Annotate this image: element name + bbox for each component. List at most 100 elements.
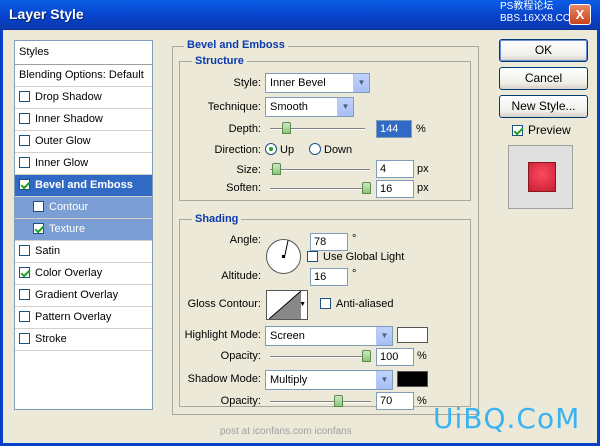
altitude-value: 16 — [314, 271, 327, 283]
direction-up-radio[interactable]: Up — [265, 143, 294, 156]
bevel-emboss-title: Bevel and Emboss — [184, 39, 288, 51]
gloss-contour-picker[interactable]: ▼ — [266, 290, 308, 320]
style-item-label: Outer Glow — [35, 135, 91, 147]
depth-value: 144 — [380, 123, 399, 135]
checkbox-icon[interactable] — [19, 333, 30, 344]
highlight-opacity-value: 100 — [380, 351, 399, 363]
highlight-opacity-slider[interactable] — [270, 350, 371, 362]
radio-selected-icon — [265, 143, 277, 155]
checkbox-icon[interactable] — [33, 201, 44, 212]
cancel-button[interactable]: Cancel — [499, 67, 588, 90]
soften-slider[interactable] — [270, 182, 371, 194]
styles-list: Styles Blending Options: Default Drop Sha… — [14, 40, 153, 410]
style-item-inner-glow[interactable]: Inner Glow — [15, 153, 152, 175]
soften-slider-handle[interactable] — [362, 182, 371, 194]
shadow-mode-value: Multiply — [270, 374, 308, 386]
checkbox-icon — [307, 251, 318, 262]
angle-pointer-icon — [284, 240, 289, 258]
shadow-opacity-field[interactable]: 70 — [376, 392, 414, 410]
shading-title: Shading — [192, 213, 242, 225]
style-item-bevel-and-emboss[interactable]: Bevel and Emboss — [15, 175, 152, 197]
style-item-contour[interactable]: Contour — [15, 197, 152, 219]
style-item-label: Stroke — [35, 333, 67, 345]
watermark-top: PS教程论坛 BBS.16XX8.COM — [500, 1, 579, 24]
style-item-gradient-overlay[interactable]: Gradient Overlay — [15, 285, 152, 307]
style-item-stroke[interactable]: Stroke — [15, 329, 152, 351]
altitude-field[interactable]: 16 — [310, 268, 348, 286]
styles-header[interactable]: Styles — [15, 41, 152, 65]
checkbox-icon[interactable] — [19, 289, 30, 300]
angle-dial[interactable] — [266, 239, 301, 274]
contour-curve-icon — [269, 291, 301, 319]
style-item-drop-shadow[interactable]: Drop Shadow — [15, 87, 152, 109]
angle-field[interactable]: 78 — [310, 233, 348, 251]
altitude-label: Altitude: — [221, 270, 261, 282]
close-button[interactable]: X — [569, 4, 591, 25]
chevron-down-icon: ▼ — [337, 98, 353, 116]
highlight-mode-select[interactable]: Screen ▼ — [265, 326, 393, 346]
depth-slider-handle[interactable] — [282, 122, 292, 134]
style-item-color-overlay[interactable]: Color Overlay — [15, 263, 152, 285]
checkbox-icon[interactable] — [19, 113, 30, 124]
shadow-mode-label: Shadow Mode: — [187, 373, 261, 385]
highlight-opacity-field[interactable]: 100 — [376, 348, 414, 366]
depth-slider[interactable] — [270, 122, 365, 134]
highlight-opacity-unit: % — [417, 350, 427, 362]
size-slider-handle[interactable] — [271, 163, 281, 175]
depth-field[interactable]: 144 — [376, 120, 412, 138]
global-light-checkbox[interactable]: Use Global Light — [307, 251, 404, 263]
checkbox-icon[interactable] — [19, 135, 30, 146]
anti-aliased-label: Anti-aliased — [336, 298, 394, 310]
style-item-outer-glow[interactable]: Outer Glow — [15, 131, 152, 153]
soften-field[interactable]: 16 — [376, 180, 414, 198]
style-item-label: Inner Shadow — [35, 113, 103, 125]
anti-aliased-checkbox[interactable]: Anti-aliased — [320, 298, 393, 310]
radio-icon — [309, 143, 321, 155]
title-bar[interactable]: Layer Style PS教程论坛 BBS.16XX8.COM X — [0, 0, 600, 30]
style-item-inner-shadow[interactable]: Inner Shadow — [15, 109, 152, 131]
preview-checkbox[interactable]: Preview — [512, 123, 571, 137]
shadow-color-swatch[interactable] — [397, 371, 428, 387]
style-item-label: Inner Glow — [35, 157, 89, 169]
style-item-satin[interactable]: Satin — [15, 241, 152, 263]
direction-down-label: Down — [324, 144, 353, 156]
style-item-label: Bevel and Emboss — [35, 179, 133, 191]
highlight-color-swatch[interactable] — [397, 327, 428, 343]
checkbox-checked-icon[interactable] — [19, 179, 30, 190]
size-slider[interactable] — [270, 163, 370, 175]
shadow-opacity-label: Opacity: — [220, 395, 261, 407]
checkbox-checked-icon[interactable] — [19, 267, 30, 278]
layer-style-dialog: Layer Style PS教程论坛 BBS.16XX8.COM X Style… — [0, 0, 600, 446]
chevron-down-icon: ▼ — [299, 301, 306, 308]
style-item-label: Color Overlay — [35, 267, 103, 279]
checkbox-icon[interactable] — [19, 311, 30, 322]
style-item-blending-options-default[interactable]: Blending Options: Default — [15, 65, 152, 87]
style-item-label: Texture — [49, 223, 86, 235]
checkbox-icon — [320, 298, 331, 309]
style-item-pattern-overlay[interactable]: Pattern Overlay — [15, 307, 152, 329]
chevron-down-icon: ▼ — [353, 74, 369, 92]
size-label: Size: — [236, 164, 261, 176]
shadow-opacity-slider[interactable] — [270, 395, 371, 407]
soften-value: 16 — [380, 183, 393, 195]
technique-select[interactable]: Smooth ▼ — [265, 97, 354, 117]
global-light-label: Use Global Light — [323, 251, 405, 263]
style-select[interactable]: Inner Bevel ▼ — [265, 73, 370, 93]
gloss-contour-label: Gloss Contour: — [187, 298, 261, 310]
checkbox-checked-icon[interactable] — [33, 223, 44, 234]
checkbox-icon[interactable] — [19, 157, 30, 168]
style-item-label: Blending Options: Default — [19, 69, 144, 81]
size-field[interactable]: 4 — [376, 160, 414, 178]
direction-up-label: Up — [280, 144, 295, 156]
shadow-mode-select[interactable]: Multiply ▼ — [265, 370, 393, 390]
checkbox-icon[interactable] — [19, 245, 30, 256]
style-item-texture[interactable]: Texture — [15, 219, 152, 241]
new-style-button[interactable]: New Style... — [499, 95, 588, 118]
preview-label: Preview — [528, 123, 571, 137]
ok-button[interactable]: OK — [499, 39, 588, 62]
direction-down-radio[interactable]: Down — [309, 143, 352, 156]
shadow-opacity-handle[interactable] — [334, 395, 344, 407]
highlight-opacity-label: Opacity: — [220, 350, 261, 362]
checkbox-icon[interactable] — [19, 91, 30, 102]
highlight-opacity-handle[interactable] — [362, 350, 371, 362]
